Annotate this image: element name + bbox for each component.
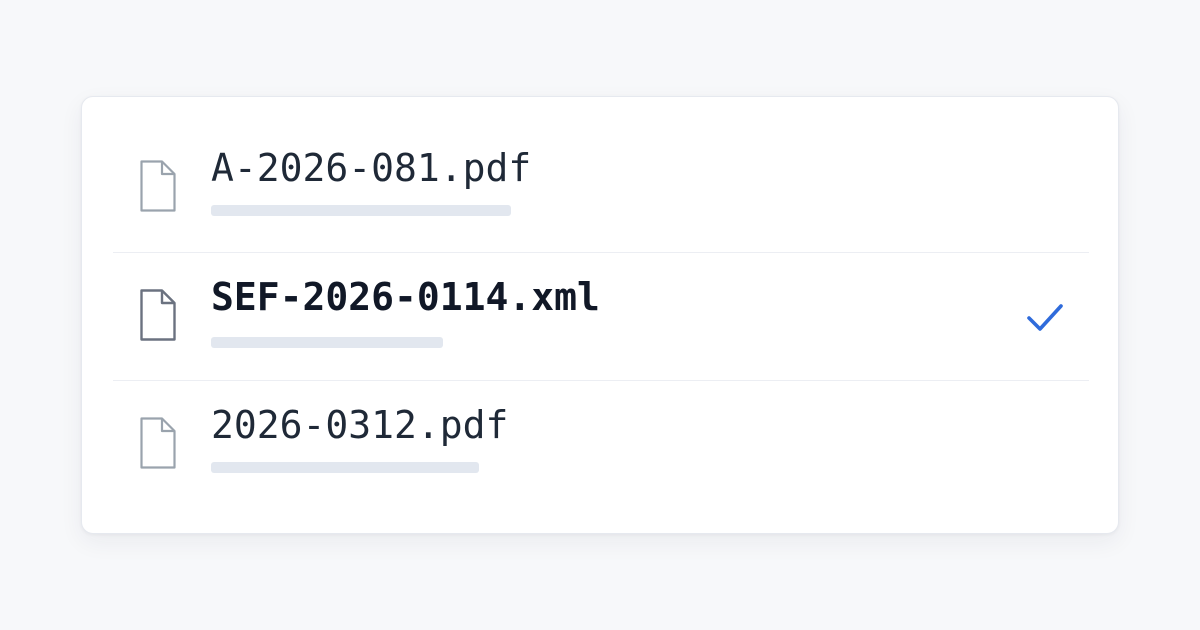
file-icon (140, 289, 176, 341)
file-name: SEF-2026-0114.xml (211, 275, 600, 319)
file-row-a-2026-081[interactable]: A-2026-081.pdf (113, 124, 1089, 252)
file-row-2026-0312[interactable]: 2026-0312.pdf (113, 380, 1089, 508)
file-icon (140, 417, 176, 469)
file-picker-card: A-2026-081.pdf SEF-2026-0114.xml 2026-03… (81, 96, 1119, 534)
file-detail-placeholder-bar (211, 337, 443, 348)
file-detail-placeholder-bar (211, 205, 511, 216)
checkmark-icon (1027, 304, 1063, 331)
file-name: A-2026-081.pdf (211, 146, 532, 190)
file-detail-placeholder-bar (211, 462, 479, 473)
file-list: A-2026-081.pdf SEF-2026-0114.xml 2026-03… (113, 124, 1089, 508)
file-name: 2026-0312.pdf (211, 403, 509, 447)
file-row-sef-2026-0114[interactable]: SEF-2026-0114.xml (113, 252, 1089, 380)
file-icon (140, 160, 176, 212)
